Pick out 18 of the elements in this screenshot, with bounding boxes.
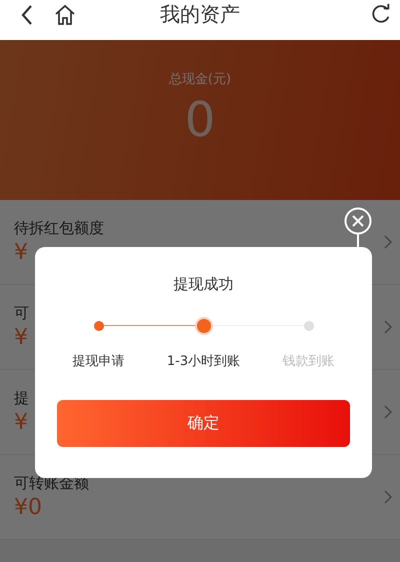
step-label: 钱款到账 xyxy=(282,353,334,370)
back-icon[interactable] xyxy=(20,4,34,26)
confirm-button[interactable]: 确定 xyxy=(57,400,350,447)
refresh-icon[interactable] xyxy=(370,3,392,25)
step-label: 1-3小时到账 xyxy=(166,353,240,370)
total-cash-amount: 0 xyxy=(184,92,216,148)
asset-value: ¥ xyxy=(14,240,28,265)
step-label: 提现申请 xyxy=(72,353,124,370)
total-cash-label: 总现金(元) xyxy=(168,71,232,88)
asset-value: ¥ xyxy=(14,325,28,350)
asset-value: ¥0 xyxy=(14,495,42,520)
asset-label: 提 xyxy=(14,389,30,408)
asset-label: 可 xyxy=(14,304,30,323)
asset-label: 待拆红包额度 xyxy=(14,219,105,238)
asset-value: ¥ xyxy=(14,410,28,435)
page-title: 我的资产 xyxy=(160,0,240,28)
home-icon[interactable] xyxy=(53,3,77,27)
dialog-title: 提现成功 xyxy=(174,275,234,294)
